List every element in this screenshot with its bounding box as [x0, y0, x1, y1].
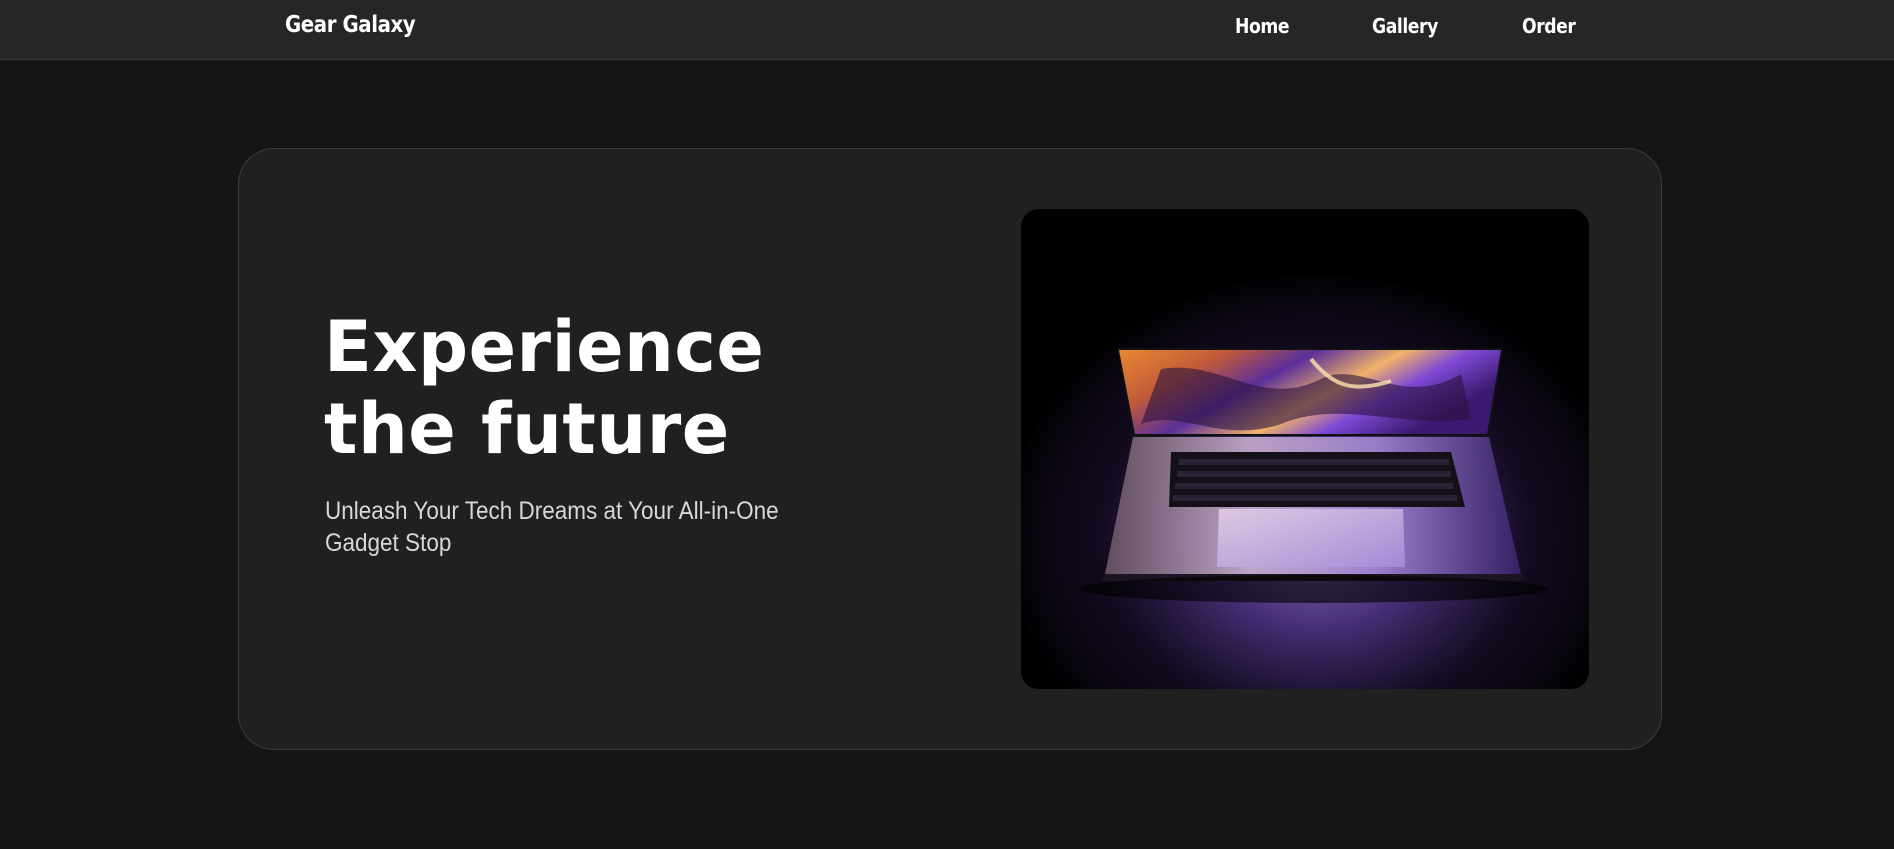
hero-card: Experience the future Unleash Your Tech …: [238, 148, 1662, 750]
laptop-illustration: [1021, 209, 1589, 689]
nav-link-home[interactable]: Home: [1235, 14, 1290, 38]
main-nav: Home Gallery Order: [0, 14, 1894, 44]
top-navbar: Gear Galaxy Home Gallery Order: [0, 0, 1894, 60]
hero-title-line-2: the future: [324, 388, 730, 470]
hero-laptop-image: [1021, 209, 1589, 689]
nav-link-gallery[interactable]: Gallery: [1372, 14, 1438, 38]
nav-link-order[interactable]: Order: [1522, 14, 1576, 38]
hero-subtitle: Unleash Your Tech Dreams at Your All-in-…: [325, 497, 779, 557]
hero-title: Experience the future: [324, 306, 884, 470]
hero-title-line-1: Experience: [324, 306, 765, 388]
